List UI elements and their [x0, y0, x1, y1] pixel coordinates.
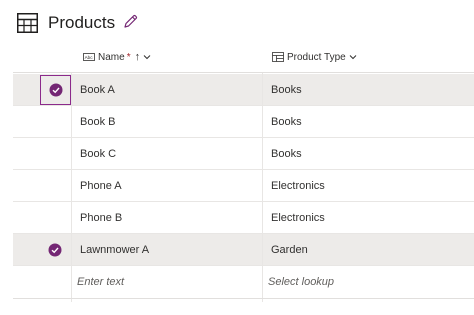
- row-select-checkbox[interactable]: [40, 75, 71, 105]
- row-select-checkbox[interactable]: [39, 234, 71, 266]
- pencil-icon[interactable]: [123, 14, 138, 29]
- text-field-icon: Abc: [83, 53, 95, 61]
- cell-product-type[interactable]: Electronics: [271, 170, 325, 202]
- chevron-down-icon[interactable]: [349, 54, 357, 60]
- table-row[interactable]: Phone B Electronics: [13, 202, 474, 234]
- row-select-checkbox[interactable]: [39, 202, 71, 234]
- cell-product-type[interactable]: Books: [271, 138, 302, 170]
- cell-name[interactable]: Book B: [80, 106, 115, 138]
- cell-name[interactable]: Lawnmower A: [80, 234, 149, 266]
- column-header-name[interactable]: Abc Name * ↑: [83, 49, 151, 65]
- products-grid: Abc Name * ↑ Product Type Book A Books B…: [13, 40, 474, 302]
- table-row[interactable]: Book C Books: [13, 138, 474, 170]
- row-select-checkbox[interactable]: [39, 106, 71, 138]
- table-row[interactable]: Book A Books: [13, 74, 474, 106]
- cell-product-type[interactable]: Electronics: [271, 202, 325, 234]
- new-product-type-lookup[interactable]: Select lookup: [268, 266, 334, 298]
- cell-name[interactable]: Phone A: [80, 170, 122, 202]
- required-marker: *: [126, 51, 131, 63]
- column-header-product-type[interactable]: Product Type: [272, 49, 357, 65]
- new-name-input[interactable]: Enter text: [77, 266, 124, 298]
- row-select-checkbox[interactable]: [39, 138, 71, 170]
- column-header-row: Abc Name * ↑ Product Type: [13, 40, 474, 73]
- column-divider: [262, 73, 263, 302]
- table-row[interactable]: Lawnmower A Garden: [13, 234, 474, 266]
- lookup-field-icon: [272, 52, 284, 62]
- cell-product-type[interactable]: Books: [271, 106, 302, 138]
- cell-product-type[interactable]: Garden: [271, 234, 308, 266]
- cell-product-type[interactable]: Books: [271, 74, 302, 106]
- table-icon: [17, 13, 38, 33]
- table-row[interactable]: Phone A Electronics: [13, 170, 474, 202]
- svg-text:Abc: Abc: [85, 55, 94, 60]
- cell-name[interactable]: Book A: [80, 74, 115, 106]
- column-divider: [71, 73, 72, 302]
- cell-name[interactable]: Book C: [80, 138, 116, 170]
- table-row[interactable]: Book B Books: [13, 106, 474, 138]
- grid-bottom-border: [13, 298, 474, 299]
- checkmark-circle-icon: [48, 243, 62, 257]
- cell-name[interactable]: Phone B: [80, 202, 122, 234]
- row-select-checkbox[interactable]: [39, 170, 71, 202]
- sort-ascending-icon[interactable]: ↑: [135, 51, 141, 63]
- new-row: Enter text Select lookup: [13, 266, 474, 298]
- checkmark-circle-icon: [49, 83, 63, 97]
- page-title: Products: [48, 13, 116, 32]
- chevron-down-icon[interactable]: [143, 54, 151, 60]
- column-product-type-label: Product Type: [287, 51, 346, 63]
- column-name-label: Name: [98, 51, 125, 63]
